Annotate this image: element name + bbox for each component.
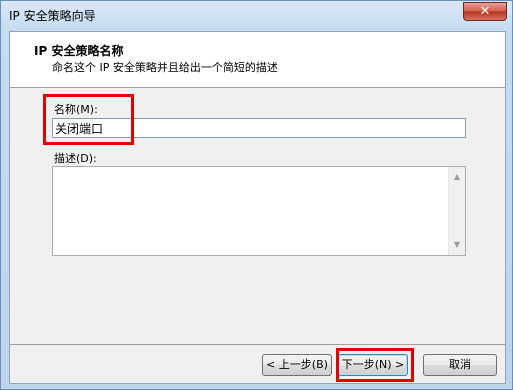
cancel-button[interactable]: 取消	[423, 354, 497, 376]
page-title: IP 安全策略名称	[34, 44, 124, 58]
description-textarea[interactable]: ▲ ▼	[52, 166, 466, 256]
wizard-header: IP 安全策略名称 命名这个 IP 安全策略并且给出一个简短的描述	[10, 32, 505, 88]
description-label: 描述(D):	[54, 152, 97, 165]
name-highlight-box	[43, 94, 134, 145]
page-subtitle: 命名这个 IP 安全策略并且给出一个简短的描述	[52, 61, 278, 74]
wizard-client-area: IP 安全策略名称 命名这个 IP 安全策略并且给出一个简短的描述 名称(M):…	[9, 31, 506, 384]
close-icon: ✕	[479, 4, 491, 19]
close-button[interactable]: ✕	[463, 2, 507, 21]
description-scrollbar[interactable]: ▲ ▼	[448, 167, 465, 255]
scroll-down-icon[interactable]: ▼	[449, 237, 465, 253]
next-highlight-box	[336, 348, 414, 382]
footer-divider	[10, 344, 505, 345]
window-title: IP 安全策略向导	[9, 9, 96, 23]
back-button[interactable]: < 上一步(B)	[262, 354, 332, 376]
scroll-up-icon[interactable]: ▲	[449, 169, 465, 185]
wizard-window: IP 安全策略向导 ✕ IP 安全策略名称 命名这个 IP 安全策略并且给出一个…	[0, 0, 513, 390]
